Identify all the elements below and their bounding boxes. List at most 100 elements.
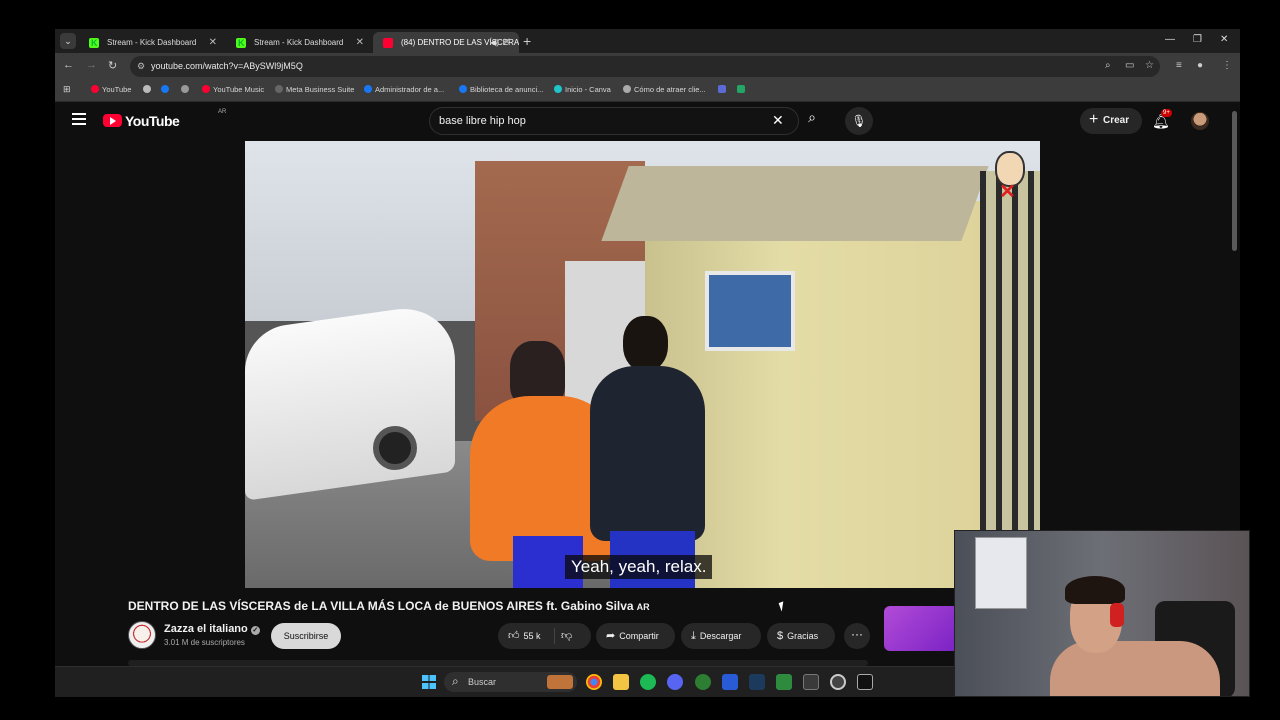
- cast-icon[interactable]: ▭: [1125, 60, 1134, 71]
- scrollbar[interactable]: [1232, 111, 1237, 251]
- tab-bar: ⌄ Stream - Kick Dashboard ✕ Stream - Kic…: [55, 29, 1240, 53]
- kick-icon: [236, 33, 246, 53]
- facebook-icon: [161, 85, 169, 93]
- divider: [554, 628, 555, 644]
- download-icon: ⤓: [691, 630, 696, 642]
- url-text: youtube.com/watch?v=ABySWl9jM5Q: [151, 61, 303, 71]
- youtube-music-icon: [202, 85, 210, 93]
- taskbar-search[interactable]: Buscar: [444, 671, 577, 692]
- apps-icon[interactable]: ⊞: [63, 84, 71, 95]
- page-icon: [623, 85, 631, 93]
- epic-games-icon[interactable]: [857, 674, 873, 690]
- channel-name[interactable]: Zazza el italiano ✓: [164, 623, 260, 635]
- bookmark-icon-facebook[interactable]: [161, 85, 172, 94]
- excel-icon[interactable]: [776, 674, 792, 690]
- word-icon[interactable]: [722, 674, 738, 690]
- like-dislike-group: 👍︎ 55 k 👎︎: [498, 623, 591, 649]
- docs-icon: [718, 85, 726, 93]
- new-tab-button[interactable]: +: [523, 32, 531, 50]
- share-icon: ➦: [606, 630, 616, 642]
- channel-avatar[interactable]: [128, 621, 156, 649]
- microphone-icon[interactable]: 🎙: [845, 107, 873, 135]
- xbox-icon[interactable]: [695, 674, 711, 690]
- zoom-icon[interactable]: ⌕: [1105, 60, 1111, 71]
- speaker-icon[interactable]: ◀): [490, 32, 499, 53]
- bookmark-star-icon[interactable]: ☆: [1145, 60, 1154, 71]
- spotify-icon[interactable]: [640, 674, 656, 690]
- globe-icon: [181, 85, 189, 93]
- account-avatar[interactable]: [1191, 112, 1209, 130]
- bookmark-biblioteca[interactable]: Biblioteca de anunci...: [459, 85, 543, 94]
- close-icon[interactable]: ✕: [209, 32, 217, 53]
- bookmark-como-atraer[interactable]: Cómo de atraer clie...: [623, 85, 706, 94]
- video-player[interactable]: ✕ Yeah, yeah, relax.: [245, 141, 1040, 588]
- like-button[interactable]: 👍︎ 55 k: [498, 630, 541, 642]
- sheets-icon: [737, 85, 745, 93]
- forward-icon[interactable]: →: [86, 59, 97, 71]
- youtube-play-icon: [103, 114, 122, 127]
- bookmark-icon-docs[interactable]: [718, 85, 729, 94]
- thumbs-down-icon[interactable]: 👎︎: [561, 623, 572, 649]
- webcam-person-body: [1050, 641, 1220, 696]
- close-window-icon[interactable]: ✕: [1220, 34, 1228, 45]
- headset-icon: [1110, 603, 1124, 627]
- tab-search-button[interactable]: ⌄: [60, 33, 76, 49]
- subscribe-button[interactable]: Suscribirse: [271, 623, 341, 649]
- app-icon[interactable]: [803, 674, 819, 690]
- tab-kick-dashboard-1[interactable]: Stream - Kick Dashboard ✕: [79, 32, 225, 53]
- tab-youtube-video[interactable]: (84) DENTRO DE LAS VÍSCERAS ◀) ✕: [373, 32, 519, 53]
- mouse-cursor-icon: [778, 601, 787, 612]
- extensions-icon[interactable]: ≡: [1176, 60, 1182, 71]
- file-explorer-icon[interactable]: [613, 674, 629, 690]
- video-window: [705, 271, 795, 351]
- close-icon[interactable]: ✕: [356, 32, 364, 53]
- recommended-video-thumbnail[interactable]: [884, 606, 959, 651]
- discord-icon[interactable]: [667, 674, 683, 690]
- bookmark-icon-globe[interactable]: [181, 85, 192, 94]
- reload-icon[interactable]: ↻: [108, 59, 117, 72]
- windows-start-icon[interactable]: [422, 675, 436, 689]
- bookmarks-bar: ⊞ YouTube YouTube Music Meta Business Su…: [55, 80, 1240, 102]
- tab-kick-dashboard-2[interactable]: Stream - Kick Dashboard ✕: [226, 32, 372, 53]
- more-actions-button[interactable]: ···: [844, 623, 870, 649]
- share-button[interactable]: ➦ Compartir: [596, 623, 675, 649]
- clear-search-icon[interactable]: ✕: [772, 112, 784, 129]
- profile-icon[interactable]: ●: [1197, 60, 1203, 71]
- video-person-dark-jacket: [590, 366, 705, 541]
- download-button[interactable]: ⤓ Descargar: [681, 623, 761, 649]
- address-bar[interactable]: ⚙ youtube.com/watch?v=ABySWl9jM5Q: [130, 56, 1160, 77]
- bookmark-meta-business-suite[interactable]: Meta Business Suite: [275, 85, 354, 94]
- minimize-icon[interactable]: —: [1165, 34, 1175, 45]
- tab-title: Stream - Kick Dashboard: [254, 38, 344, 47]
- subscriber-count: 3.01 M de suscriptores: [164, 638, 245, 647]
- browser-menu-icon[interactable]: ⋮: [1222, 60, 1232, 71]
- thanks-button[interactable]: $ Gracias: [767, 623, 835, 649]
- create-button[interactable]: Crear: [1080, 107, 1142, 134]
- video-gate: [980, 171, 1040, 588]
- steam-icon[interactable]: [749, 674, 765, 690]
- search-input[interactable]: base libre hip hop: [429, 107, 799, 135]
- restore-icon[interactable]: ❐: [1193, 34, 1202, 45]
- video-roof: [601, 166, 989, 241]
- bookmark-icon-cloud[interactable]: [143, 85, 154, 94]
- video-title: DENTRO DE LAS VÍSCERAS de LA VILLA MÁS L…: [128, 599, 650, 613]
- video-van-wheel: [373, 426, 417, 470]
- close-icon[interactable]: ✕: [503, 32, 511, 53]
- bookmark-icon-sheets[interactable]: [737, 85, 748, 94]
- verified-icon: ✓: [250, 626, 260, 635]
- back-icon[interactable]: ←: [63, 59, 74, 71]
- site-info-icon[interactable]: ⚙: [137, 56, 145, 77]
- webcam-overlay: [954, 530, 1250, 697]
- obs-icon[interactable]: [830, 674, 846, 690]
- hamburger-menu-icon[interactable]: [72, 113, 86, 125]
- bookmark-administrador[interactable]: Administrador de a...: [364, 85, 444, 94]
- like-count: 55 k: [523, 631, 541, 641]
- channel-watermark[interactable]: ✕: [987, 149, 1033, 203]
- bookmark-youtube-music[interactable]: YouTube Music: [202, 85, 264, 94]
- chrome-icon[interactable]: [586, 674, 602, 690]
- bookmark-youtube[interactable]: YouTube: [91, 85, 131, 94]
- bookmark-canva[interactable]: Inicio - Canva: [554, 85, 611, 94]
- search-highlight-icon: [547, 675, 573, 689]
- thumbs-up-icon: 👍︎: [508, 630, 520, 642]
- search-icon[interactable]: ⌕: [797, 109, 827, 133]
